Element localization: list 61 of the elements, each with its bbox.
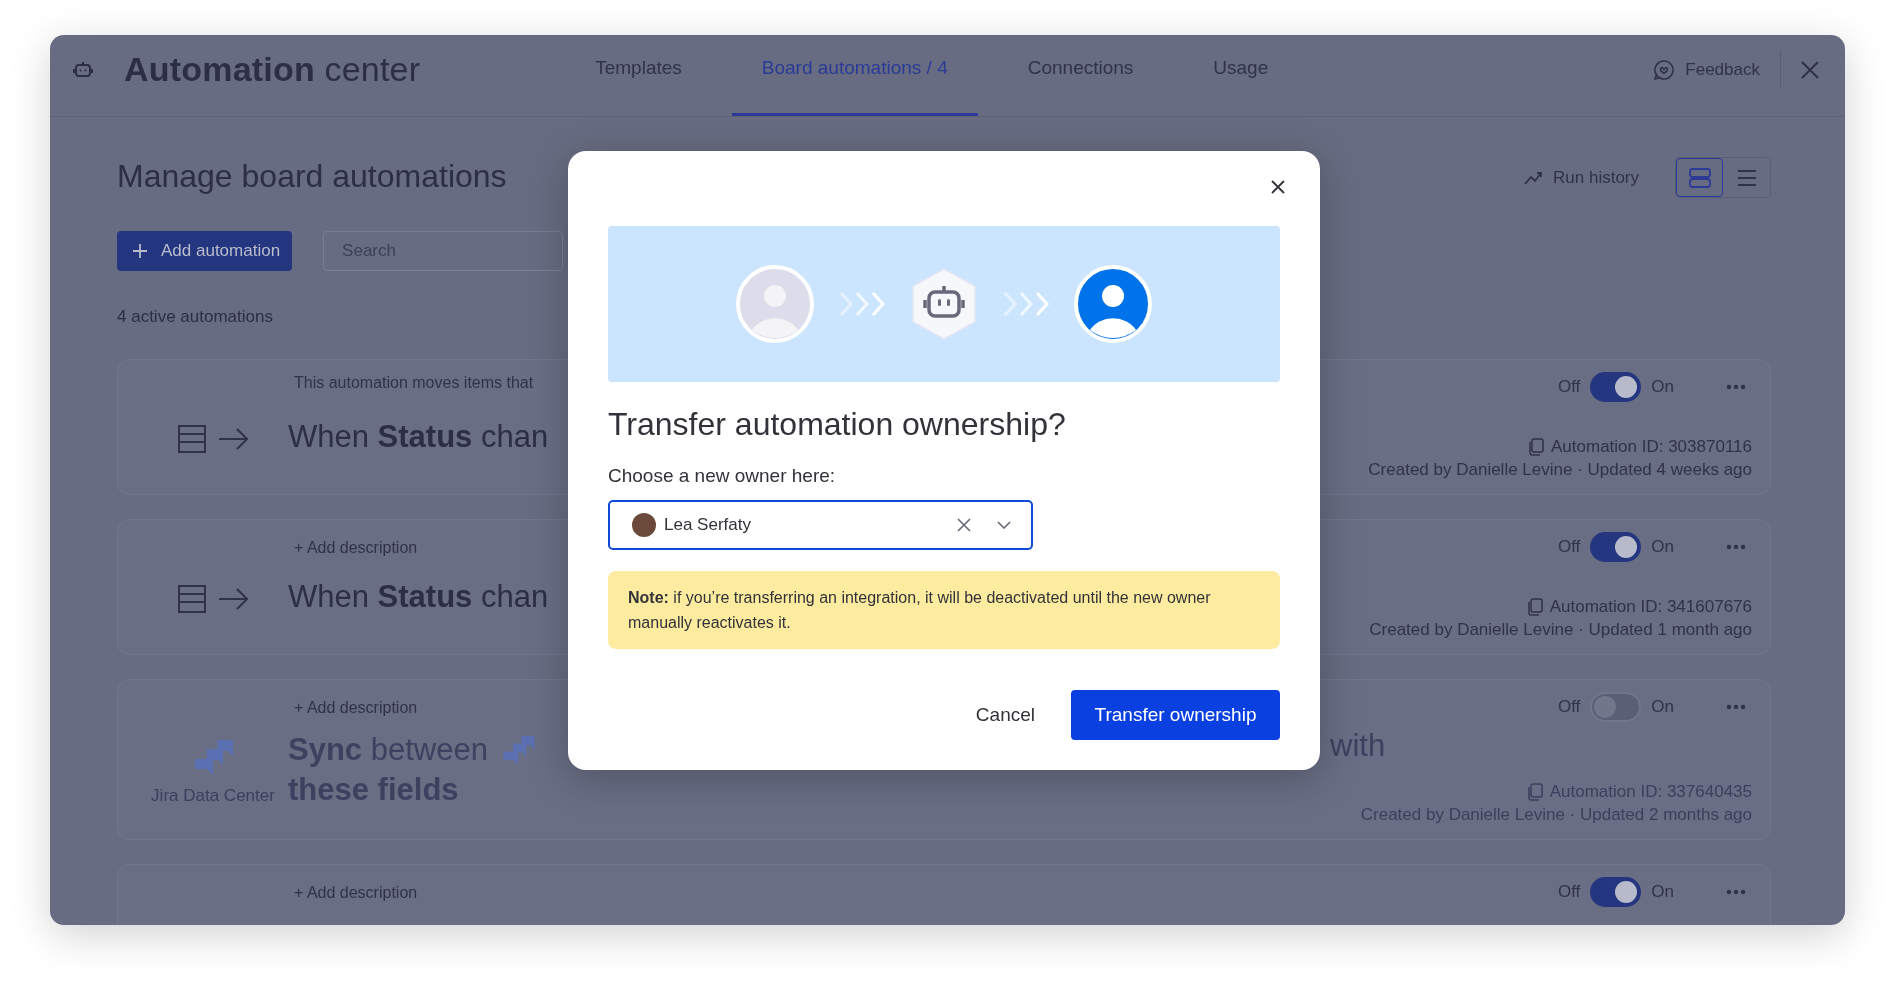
on-label: On: [1651, 377, 1674, 397]
selected-owner-name: Lea Serfaty: [664, 515, 752, 535]
off-label: Off: [1557, 537, 1581, 557]
automation-count: 4 active automations: [117, 307, 274, 327]
automation-title: When Status chan: [288, 578, 549, 616]
off-label: Off: [1557, 697, 1581, 717]
transfer-ownership-button[interactable]: Transfer ownership: [1071, 690, 1280, 740]
copy-icon: [1527, 438, 1545, 456]
automation-description: This automation moves items that: [293, 373, 534, 393]
warning-note: Note: if you’re transferring an integration, it will be deactivated until the new owner manually reactivates it.: [608, 571, 1280, 649]
close-icon: [1270, 179, 1286, 195]
nav-tab[interactable]: Usage: [1183, 35, 1299, 116]
view-toggle-button[interactable]: [1676, 158, 1723, 197]
robot-icon: [909, 267, 979, 341]
chevrons-icon: [837, 289, 887, 319]
automation-id: Automation ID: 341607676: [1549, 597, 1752, 617]
chevron-down-icon: [997, 521, 1011, 529]
toggle-switch[interactable]: [1590, 532, 1642, 562]
more-dots-icon: [1726, 889, 1746, 895]
copy-icon: [1525, 598, 1544, 616]
feedback-button[interactable]: Feedback: [1645, 52, 1768, 87]
user-avatar-icon: [735, 264, 815, 344]
more-dots-icon: [1726, 544, 1746, 550]
plus-icon: [133, 244, 147, 258]
cancel-button[interactable]: Cancel: [955, 690, 1055, 740]
off-label: Off: [1557, 882, 1581, 902]
clear-icon: [957, 518, 971, 532]
app-title: Automation center: [124, 50, 421, 89]
automation-meta: Created by Danielle Levine · Updated 4 weeks ago: [1367, 460, 1752, 480]
toggle-switch[interactable]: [1590, 877, 1642, 907]
on-label: On: [1651, 537, 1674, 557]
close-icon: [1799, 58, 1821, 81]
automation-meta: Created by Danielle Levine · Updated 1 month ago: [1368, 620, 1752, 640]
on-label: On: [1651, 697, 1674, 717]
automation-id: Automation ID: 303870116: [1551, 437, 1752, 457]
add-description-link[interactable]: + Add description: [288, 688, 424, 722]
add-automation-button[interactable]: Add automation: [117, 231, 293, 271]
owner-label: Choose a new owner here:: [608, 464, 837, 488]
cards-view-icon: [1687, 166, 1712, 189]
on-label: On: [1651, 882, 1674, 902]
user-avatar-icon: [1073, 264, 1153, 344]
board-to-action-icon: [177, 584, 249, 614]
add-description-link[interactable]: + Add description: [288, 528, 424, 562]
copy-icon: [1525, 783, 1544, 801]
owner-select[interactable]: Lea Serfaty: [608, 500, 1033, 550]
board-to-action-icon: [177, 424, 249, 454]
more-dots-icon: [1726, 704, 1746, 710]
photo-placeholder: [632, 513, 656, 537]
off-label: Off: [1557, 377, 1581, 397]
toggle-switch[interactable]: [1590, 372, 1642, 402]
page-heading: Manage board automations: [117, 157, 507, 196]
more-dots-icon: [1726, 384, 1746, 390]
chat-heart-icon: [1653, 58, 1676, 81]
automation-title: When Status chan: [288, 418, 549, 456]
nav-tab[interactable]: Templates: [565, 35, 712, 116]
add-description-link[interactable]: + Add description: [288, 873, 424, 907]
nav-tab[interactable]: Board automations / 4: [731, 35, 978, 116]
nav-tab[interactable]: Connections: [997, 35, 1164, 116]
run-history-button[interactable]: Run history: [1517, 166, 1645, 189]
chevrons-icon: [1001, 289, 1051, 319]
dialog-title: Transfer automation ownership?: [608, 405, 1067, 444]
